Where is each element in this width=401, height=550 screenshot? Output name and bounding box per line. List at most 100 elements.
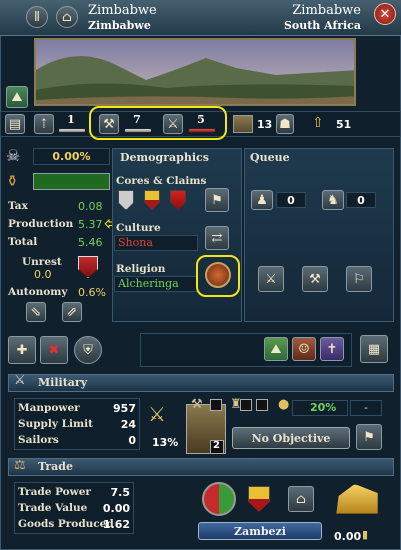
shovel-icon: ⚒ (191, 397, 203, 412)
military-icon: ⚔ (14, 373, 26, 388)
culture-label: Culture (116, 222, 161, 234)
manpower-dev-icon[interactable]: ⚔ (163, 114, 183, 134)
manpower-value: 957 (113, 402, 136, 415)
infantry-count: 0 (287, 194, 295, 207)
recruit-infantry-icon[interactable]: ♟ (251, 190, 273, 210)
religion-value: Alcheringa (118, 277, 179, 290)
production-level: 7 (133, 113, 141, 126)
trade-value-value: 0.00 (102, 502, 130, 515)
autonomy-value: 0.6% (78, 286, 106, 299)
give-away-button[interactable]: ✖ (40, 336, 68, 364)
treasure-icon: ⚱ (6, 172, 19, 190)
raise-autonomy-button[interactable]: ⇗ (62, 302, 82, 322)
sailors-label: Sailors (18, 434, 59, 446)
fort-dash: - (364, 401, 368, 414)
trade-node-button[interactable]: Zambezi (198, 522, 322, 540)
goods-produced-value: 1.62 (102, 518, 130, 531)
cores-claims-label: Cores & Claims (116, 175, 207, 187)
capital-icon[interactable]: ⌂ (56, 6, 78, 28)
trade-icon: ⚖ (14, 458, 26, 473)
goods-income: 0.00 (334, 530, 362, 543)
manpower-level-bar (188, 128, 216, 133)
production-dev-icon[interactable]: ⚒ (99, 114, 119, 134)
missionary-button[interactable]: ✝ (320, 337, 344, 361)
cavalry-count: 0 (357, 194, 365, 207)
development-total: 51 (336, 118, 352, 131)
supply-limit-value: 24 (120, 418, 136, 431)
objective-button[interactable]: No Objective (232, 427, 350, 449)
fort-percent: 20% (310, 401, 337, 414)
trade-title: Trade (38, 460, 73, 473)
devastation-value: 13 (257, 118, 273, 131)
queue-panel (244, 148, 394, 322)
queue-title: Queue (250, 151, 290, 164)
checkbox-2[interactable] (240, 399, 252, 411)
autonomy-label: Autonomy (8, 286, 68, 298)
trade-building-button[interactable]: ⌂ (288, 486, 314, 512)
terrain-icon[interactable]: ⛰ (6, 86, 28, 108)
military-title: Military (38, 376, 88, 389)
income-coin-icon: ▮ (362, 528, 369, 541)
tax-level-bar (58, 128, 86, 133)
close-icon: ✕ (379, 6, 391, 22)
landscape-button[interactable]: ⛰ (264, 337, 288, 361)
production-value: 5.37 (78, 218, 103, 231)
production-label: Production (8, 218, 74, 230)
advisor-button[interactable]: ☺ (292, 337, 316, 361)
sailors-value: 0 (128, 434, 136, 447)
recruit-cavalry-icon[interactable]: ♞ (322, 190, 344, 210)
province-view-icon[interactable]: ☗ (276, 114, 294, 134)
martial-percent: 13% (152, 436, 179, 449)
supply-limit-label: Supply Limit (18, 418, 93, 430)
crossed-swords-icon: ⚔ (148, 402, 166, 426)
checkbox-1[interactable] (210, 399, 222, 411)
defend-button[interactable]: ⛨ (74, 336, 102, 364)
total-value: 5.46 (78, 236, 103, 249)
trade-power-value: 7.5 (110, 486, 131, 499)
devastation-icon (233, 115, 253, 133)
tax-value: 0.08 (78, 200, 103, 213)
economy-percent: 0.00% (52, 150, 91, 163)
manpower-level: 5 (197, 113, 205, 126)
buildings-icon[interactable]: ▤ (5, 114, 25, 134)
manpower-label: Manpower (18, 402, 80, 414)
core-province-button[interactable]: ⚑ (205, 188, 229, 212)
lower-autonomy-button[interactable]: ⇘ (26, 302, 46, 322)
skull-icon: ☠ (6, 146, 21, 165)
trade-value-label: Trade Value (18, 502, 88, 514)
religion-icon[interactable] (205, 262, 231, 288)
religion-label: Religion (116, 263, 166, 275)
annex-button[interactable]: ✚ (8, 336, 36, 364)
unrest-label: Unrest (22, 256, 62, 268)
development-icon: ⇧ (312, 115, 324, 131)
demographics-title: Demographics (120, 151, 209, 164)
trade-power-label: Trade Power (18, 486, 91, 498)
tax-dev-icon[interactable]: ⇡ (34, 114, 54, 134)
ledger-button[interactable]: ▦ (360, 335, 388, 363)
objective-flag-button[interactable]: ⚑ (356, 424, 382, 450)
area-name: Zimbabwe (88, 19, 151, 32)
fort-level: 2 (213, 440, 220, 451)
tax-level: 1 (67, 113, 75, 126)
trade-node-name: Zambezi (234, 524, 286, 538)
recruit-mercenary-button[interactable]: ⚐ (346, 266, 372, 292)
production-level-bar (124, 128, 152, 133)
close-button[interactable]: ✕ (374, 3, 396, 25)
build-building-button[interactable]: ⚒ (302, 266, 328, 292)
province-shield-icon[interactable]: ⦀ (26, 6, 48, 28)
province-name: Zimbabwe (88, 3, 157, 18)
culture-value: Shona (118, 236, 153, 249)
unrest-value: 0.0 (34, 268, 52, 281)
economy-progress-bar (33, 173, 110, 190)
build-fort-button[interactable]: ⚔ (258, 266, 284, 292)
region-name: South Africa (283, 19, 361, 32)
coins-icon: ● (278, 397, 290, 412)
trade-pie-chart (202, 482, 236, 516)
total-label: Total (8, 236, 38, 248)
province-landscape-image (34, 38, 356, 106)
convert-culture-button[interactable]: ⇄ (205, 226, 229, 250)
owner-name: Zimbabwe (292, 3, 361, 18)
checkbox-3[interactable] (256, 399, 268, 411)
objective-label: No Objective (251, 431, 331, 445)
tax-label: Tax (8, 200, 28, 212)
